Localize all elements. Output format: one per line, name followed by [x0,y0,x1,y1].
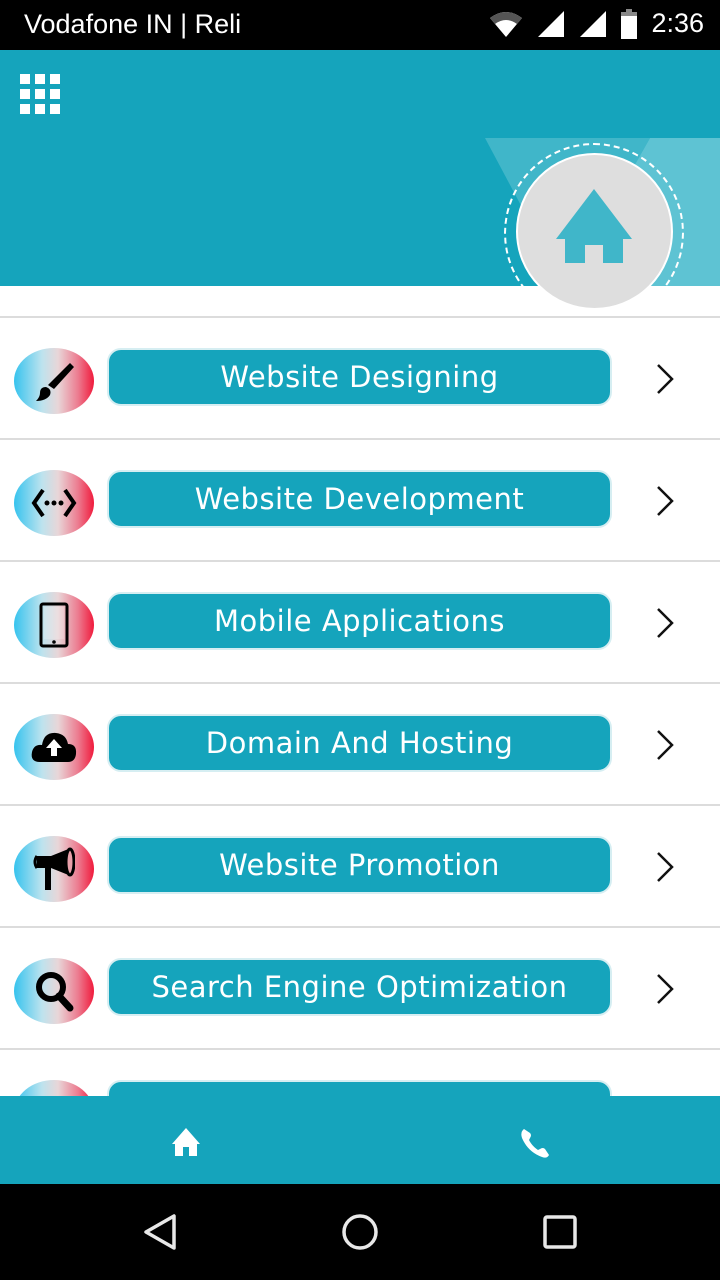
grid-menu-icon[interactable] [20,74,60,114]
chevron-right-icon[interactable] [650,484,680,518]
battery-icon [621,8,638,39]
clock: 2:36 [651,8,704,38]
service-row-website-designing[interactable]: Website Designing [0,318,720,438]
search-icon [36,972,74,1012]
service-button[interactable]: Domain And Hosting [107,714,612,772]
cloud-upload-icon [31,732,77,762]
mobile-phone-icon [39,602,69,648]
recents-icon[interactable] [543,1215,577,1249]
service-row-website-promotion[interactable]: Website Promotion [0,806,720,926]
service-row-domain-and-hosting[interactable]: Domain And Hosting [0,684,720,804]
home-badge [516,153,673,310]
service-button[interactable]: Website Development [107,470,612,528]
carrier-name: Vodafone IN | Reli [24,9,242,39]
service-button[interactable]: Website Promotion [107,836,612,894]
signal-icon [580,10,607,37]
status-bar: Vodafone IN | Reli 2:36 [0,0,720,50]
signal-icon [538,10,565,37]
chevron-right-icon[interactable] [650,850,680,884]
service-button[interactable]: Search Engine Optimization [107,958,612,1016]
service-button[interactable]: Website Designing [107,348,612,406]
home-circle-icon[interactable] [341,1213,379,1251]
service-row-seo[interactable]: Search Engine Optimization [0,928,720,1048]
paintbrush-icon [36,363,74,401]
system-nav-bar [0,1184,720,1280]
chevron-right-icon[interactable] [650,728,680,762]
chevron-right-icon[interactable] [650,606,680,640]
home-icon[interactable] [170,1126,202,1158]
service-row-website-development[interactable]: Website Development [0,440,720,560]
phone-icon[interactable] [518,1126,552,1160]
back-icon[interactable] [142,1213,178,1251]
code-icon [31,488,77,518]
chevron-right-icon[interactable] [650,972,680,1006]
service-button[interactable]: Mobile Applications [107,592,612,650]
service-row-mobile-applications[interactable]: Mobile Applications [0,562,720,682]
bottom-nav [0,1096,720,1184]
wifi-icon [490,11,523,37]
chevron-right-icon[interactable] [650,362,680,396]
megaphone-icon [33,847,75,890]
home-icon [556,189,632,263]
